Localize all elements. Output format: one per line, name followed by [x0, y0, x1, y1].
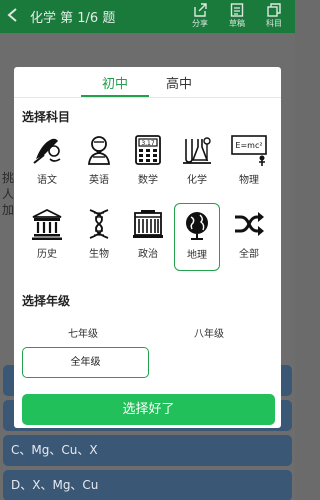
answer-option[interactable]: D、X、Mg、Cu: [3, 470, 292, 500]
subject-label: 政治: [138, 249, 158, 260]
subject-all[interactable]: 全部: [226, 203, 272, 271]
temple-icon: [32, 208, 62, 240]
pen-portrait-icon: [33, 138, 61, 164]
subject-label: 数学: [138, 175, 158, 186]
confirm-button[interactable]: 选择好了: [22, 394, 275, 425]
question-fragment: 加: [2, 203, 15, 217]
subject-label: 物理: [239, 175, 259, 186]
dna-icon: [89, 209, 109, 239]
calculator-display: 3.17: [141, 140, 155, 147]
draft-notes-icon: [230, 3, 244, 17]
subject-biology[interactable]: 生物: [76, 203, 122, 271]
subject-picker-modal: 初中 高中 选择科目 语文 英语 3.17 数学 化学 E=mc² 物理 历史 …: [14, 67, 281, 428]
grade-option-7[interactable]: 七年级: [68, 325, 98, 340]
page-title: 化学 第 1/6 题: [30, 11, 116, 26]
level-tabs: 初中 高中: [14, 67, 281, 98]
top-bar: 化学 第 1/6 题 分享 草稿 科目: [0, 0, 295, 33]
divider: [14, 97, 281, 98]
shakespeare-icon: [88, 136, 110, 165]
subject-label: 英语: [89, 175, 109, 186]
grade-option-all[interactable]: 全年级: [22, 347, 149, 378]
subject-physics[interactable]: E=mc² 物理: [226, 129, 272, 197]
subject-label: 生物: [89, 249, 109, 260]
draft-button[interactable]: 草稿: [220, 2, 254, 32]
building-icon: [133, 210, 163, 238]
subject-math[interactable]: 3.17 数学: [125, 129, 171, 197]
draft-label: 草稿: [229, 19, 245, 28]
subject-label: 全部: [239, 249, 259, 260]
question-fragment: 挑: [2, 171, 15, 185]
subject-politics[interactable]: 政治: [125, 203, 171, 271]
lab-flask-icon: [183, 137, 211, 164]
answer-option[interactable]: C、Mg、Cu、X: [3, 435, 292, 466]
subject-copy-icon: [267, 3, 281, 17]
share-button[interactable]: 分享: [183, 2, 217, 32]
formula-text: E=mc²: [235, 141, 262, 150]
blackboard-formula-icon: E=mc²: [231, 135, 267, 166]
subject-history[interactable]: 历史: [24, 203, 70, 271]
calculator-icon: 3.17: [135, 135, 161, 165]
question-fragment: 人: [2, 187, 15, 201]
subject-label: 历史: [37, 249, 57, 260]
grade-section-title: 选择年级: [22, 294, 71, 308]
grade-option-8[interactable]: 八年级: [194, 325, 224, 340]
subject-label: 语文: [37, 175, 57, 186]
shuffle-icon: [235, 212, 264, 236]
subject-chinese[interactable]: 语文: [24, 129, 70, 197]
globe-icon: [186, 212, 208, 240]
subject-label: 科目: [266, 19, 282, 28]
subject-section-title: 选择科目: [22, 110, 71, 124]
subject-button[interactable]: 科目: [257, 2, 291, 32]
share-label: 分享: [192, 19, 208, 28]
share-icon: [194, 3, 207, 17]
subject-chemistry[interactable]: 化学: [174, 129, 220, 197]
back-arrow-icon[interactable]: [6, 7, 20, 22]
tab-senior-high[interactable]: 高中: [166, 73, 192, 92]
subject-english[interactable]: 英语: [76, 129, 122, 197]
subject-geography[interactable]: 地理: [174, 203, 220, 271]
subject-label: 地理: [187, 250, 207, 261]
subject-label: 化学: [187, 175, 207, 186]
tab-junior-high[interactable]: 初中: [102, 73, 128, 92]
